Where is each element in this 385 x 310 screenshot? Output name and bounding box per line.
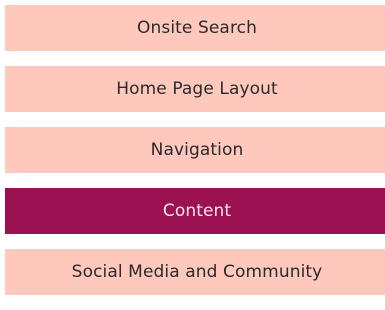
menu-item-content[interactable]: Content — [5, 188, 385, 234]
menu-item-label: Content — [162, 201, 232, 221]
menu-item-onsite-search[interactable]: Onsite Search — [5, 5, 385, 51]
menu-item-navigation[interactable]: Navigation — [5, 127, 385, 173]
menu-item-label: Home Page Layout — [116, 79, 278, 99]
menu-item-label: Social Media and Community — [71, 262, 323, 282]
category-menu: Onsite Search Home Page Layout Navigatio… — [5, 5, 385, 310]
menu-item-label: Onsite Search — [137, 18, 257, 38]
menu-item-home-page-layout[interactable]: Home Page Layout — [5, 66, 385, 112]
menu-item-label: Navigation — [150, 140, 244, 160]
menu-item-social-media-and-community[interactable]: Social Media and Community — [5, 249, 385, 295]
